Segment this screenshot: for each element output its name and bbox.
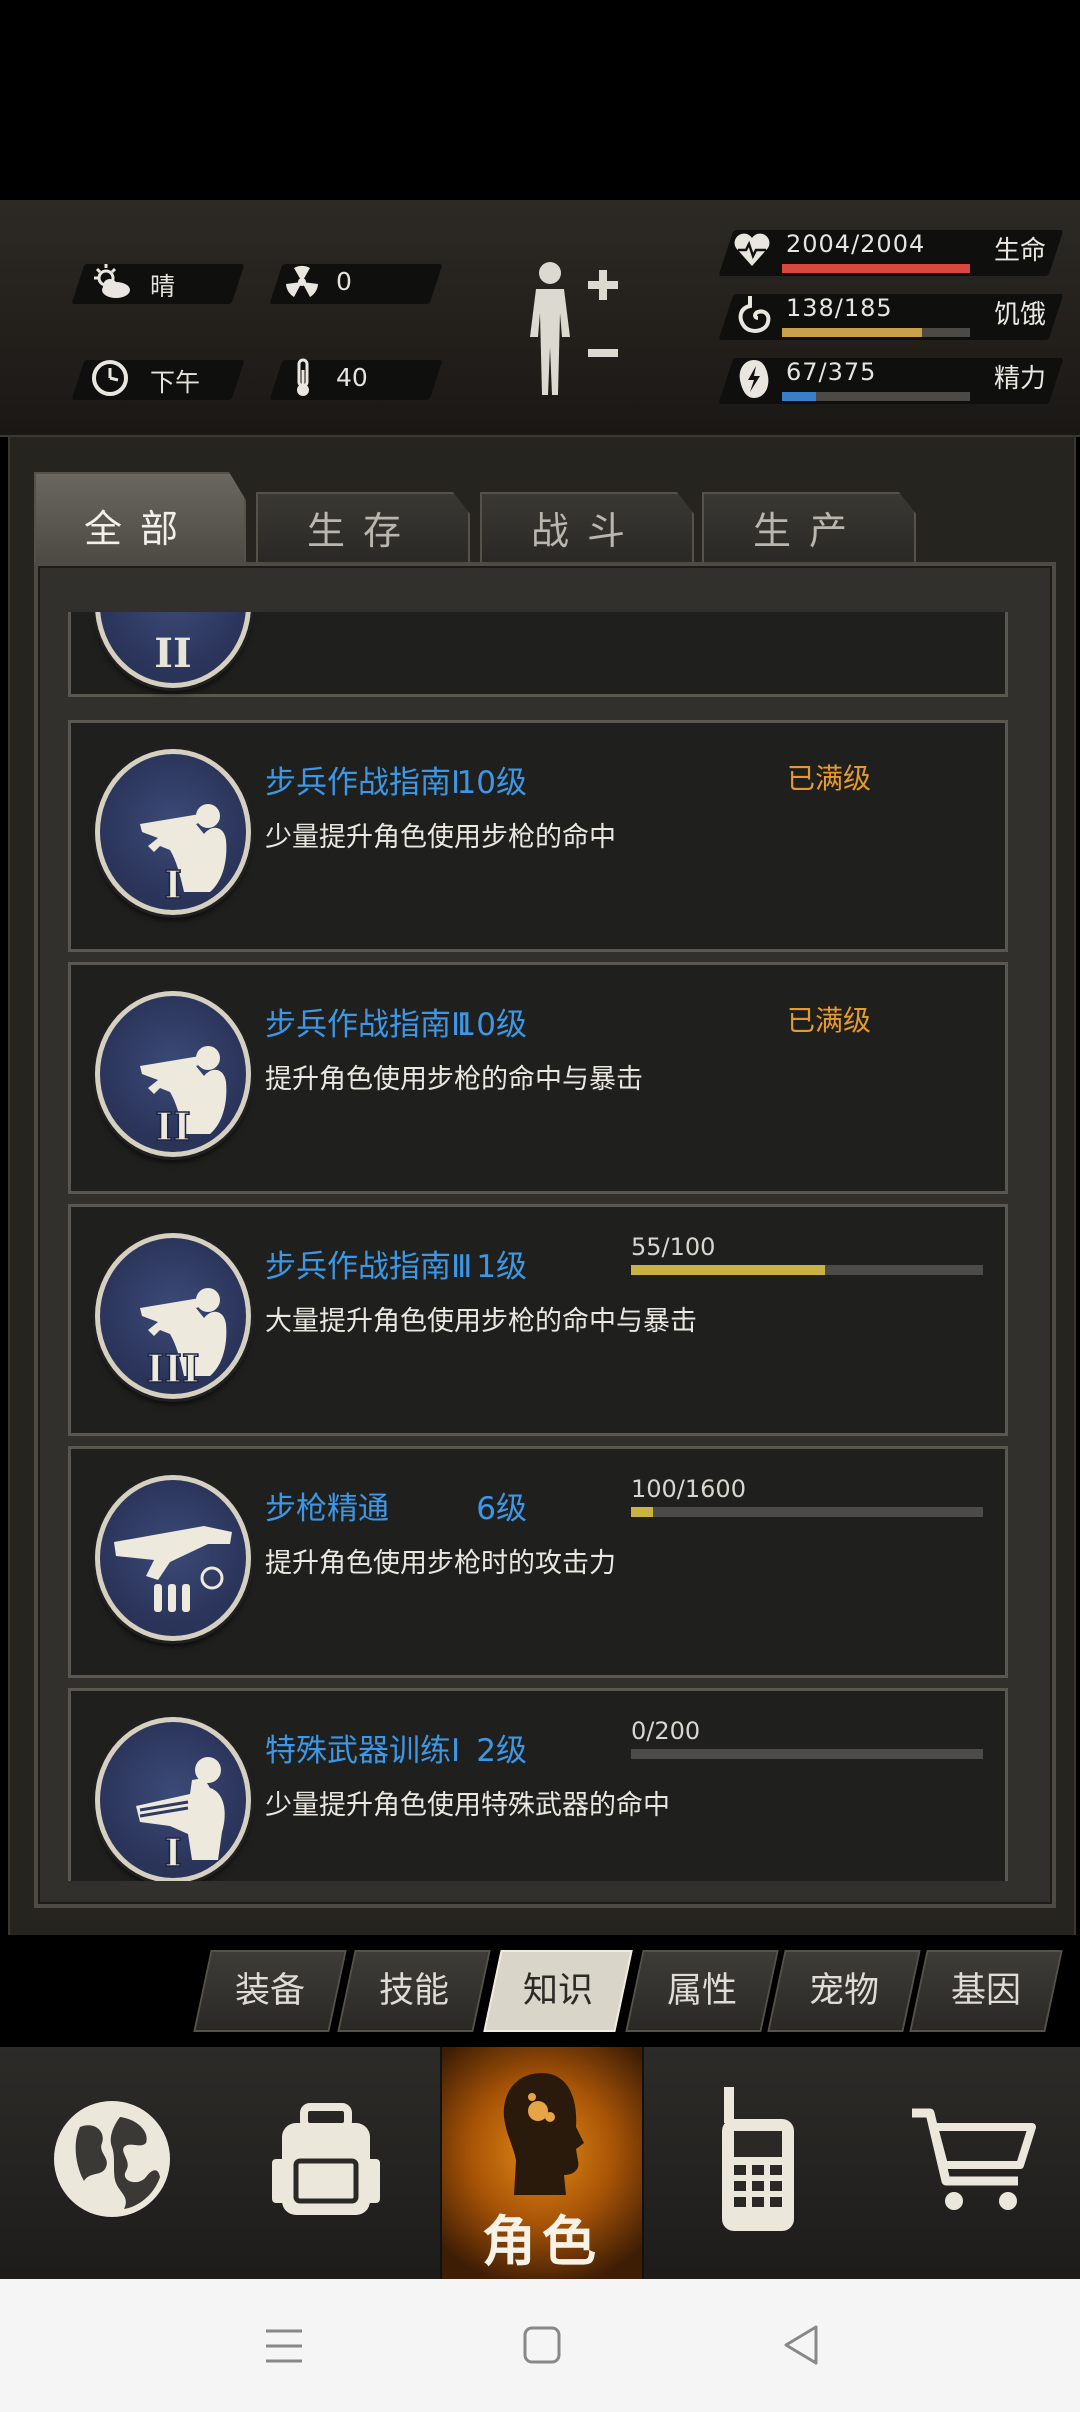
- thermometer-icon: [288, 358, 318, 405]
- time-label: 下午: [150, 368, 201, 397]
- skill-card[interactable]: I 步兵作战指南Ⅰ 10级 少量提升角色使用步枪的命中 已满级: [68, 720, 1008, 952]
- max-level-badge: 已满级: [787, 1004, 872, 1037]
- health-label: 生命: [994, 236, 1047, 266]
- tab-survival[interactable]: 生存: [256, 492, 470, 564]
- skill-progress-bar: [631, 1749, 983, 1759]
- skill-medal-numeral: II: [155, 1104, 191, 1149]
- skill-level: 2级: [476, 1733, 527, 1769]
- subnav-pets[interactable]: 宠物: [767, 1950, 921, 2032]
- radiation-value: 0: [336, 267, 352, 296]
- temperature-value: 40: [336, 363, 368, 392]
- skill-description: 少量提升角色使用特殊武器的命中: [265, 1790, 670, 1821]
- skill-card[interactable]: III 步兵作战指南Ⅲ 1级 大量提升角色使用步枪的命中与暴击 55/100: [68, 1204, 1008, 1436]
- skill-progress-bar: [631, 1507, 983, 1517]
- nav-character-button[interactable]: 角色: [440, 2047, 644, 2279]
- radio-icon: [722, 2087, 794, 2231]
- skill-medal-numeral: III: [146, 1346, 199, 1391]
- clock-icon: [90, 358, 130, 405]
- skill-progress-fill: [631, 1265, 825, 1275]
- energy-bar: [782, 392, 970, 401]
- subnav-knowledge[interactable]: 知识: [483, 1950, 633, 2032]
- tab-all[interactable]: 全部: [34, 472, 246, 566]
- health-bar-fill: [782, 264, 970, 273]
- skill-card[interactable]: I 特殊武器训练Ⅰ 2级 少量提升角色使用特殊武器的命中 0/200: [68, 1688, 1008, 1881]
- nav-world-button[interactable]: [12, 2047, 212, 2279]
- status-bar: 晴 0 下午 40 2004/2004 生命 138/185 饥饿 67/375…: [0, 200, 1080, 437]
- character-head-icon: [503, 2073, 584, 2195]
- skill-progress-bar: [631, 1265, 983, 1275]
- skill-description: 提升角色使用步枪时的攻击力: [265, 1548, 616, 1579]
- hunger-bar: [782, 328, 970, 337]
- globe-icon: [54, 2101, 170, 2217]
- nav-inventory-button[interactable]: [226, 2047, 426, 2279]
- skill-level: 6级: [476, 1491, 527, 1527]
- menu-icon[interactable]: [264, 2327, 304, 2365]
- hunger-bar-fill: [782, 328, 923, 337]
- skill-medal-numeral: I: [164, 862, 182, 907]
- skill-medal-icon: [95, 1475, 251, 1641]
- home-icon[interactable]: [522, 2325, 562, 2365]
- nav-radio-button[interactable]: [658, 2047, 858, 2279]
- skill-progress-fill: [631, 1507, 653, 1517]
- subnav-equipment[interactable]: 装备: [193, 1950, 347, 2032]
- skill-description: 提升角色使用步枪的命中与暴击: [265, 1064, 643, 1095]
- system-navigation-bar: [0, 2279, 1080, 2412]
- svg-text:II: II: [154, 630, 191, 677]
- skill-progress-text: 100/1600: [631, 1475, 746, 1503]
- skill-progress-text: 0/200: [631, 1717, 701, 1745]
- skill-description: 少量提升角色使用步枪的命中: [265, 822, 616, 853]
- energy-value: 67/375: [786, 358, 877, 386]
- skill-description: 大量提升角色使用步枪的命中与暴击: [265, 1306, 697, 1337]
- backpack-icon: [272, 2103, 380, 2215]
- energy-icon: [736, 358, 772, 407]
- skill-medal-numeral: I: [164, 1830, 182, 1875]
- subnav-genes[interactable]: 基因: [909, 1950, 1063, 2032]
- skill-progress-text: 55/100: [631, 1233, 716, 1261]
- energy-label: 精力: [994, 364, 1047, 394]
- body-plus-minus-icon[interactable]: [518, 255, 622, 405]
- energy-bar-fill: [782, 392, 816, 401]
- nav-character-label: 角色: [482, 2210, 602, 2273]
- hunger-label: 饥饿: [994, 300, 1047, 330]
- max-level-badge: 已满级: [787, 762, 872, 795]
- tab-production[interactable]: 生产: [702, 492, 916, 564]
- skill-level: 1级: [476, 1249, 527, 1285]
- skill-medal-icon: II: [95, 612, 251, 688]
- skill-medal-icon: I: [95, 1717, 251, 1881]
- health-bar: [782, 264, 970, 273]
- hunger-value: 138/185: [786, 294, 893, 322]
- back-icon[interactable]: [780, 2323, 820, 2367]
- nav-shop-button[interactable]: [874, 2047, 1074, 2279]
- stomach-icon: [736, 294, 772, 341]
- health-value: 2004/2004: [786, 230, 926, 258]
- cart-icon: [912, 2108, 1036, 2210]
- weather-sun-cloud-icon: [90, 262, 132, 309]
- skill-medal-icon: III: [95, 1233, 251, 1399]
- skill-card[interactable]: II 步兵作战指南Ⅱ 10级 提升角色使用步枪的命中与暴击 已满级: [68, 962, 1008, 1194]
- skill-medal-icon: I: [95, 749, 251, 915]
- tab-combat[interactable]: 战斗: [480, 492, 694, 564]
- radiation-icon: [282, 262, 322, 309]
- skill-level: 10级: [456, 765, 527, 801]
- subnav-skills[interactable]: 技能: [337, 1950, 491, 2032]
- skill-card[interactable]: 步枪精通 6级提升角色使用步枪时的攻击力 100/1600: [68, 1446, 1008, 1678]
- subnav-attributes[interactable]: 属性: [625, 1950, 779, 2032]
- weather-label: 晴: [150, 272, 176, 301]
- skill-level: 10级: [456, 1007, 527, 1043]
- list-item-partial[interactable]: II: [68, 612, 1008, 697]
- skill-medal-icon: II: [95, 991, 251, 1157]
- heart-icon: [732, 230, 772, 277]
- skill-title: 步枪精通: [265, 1491, 389, 1527]
